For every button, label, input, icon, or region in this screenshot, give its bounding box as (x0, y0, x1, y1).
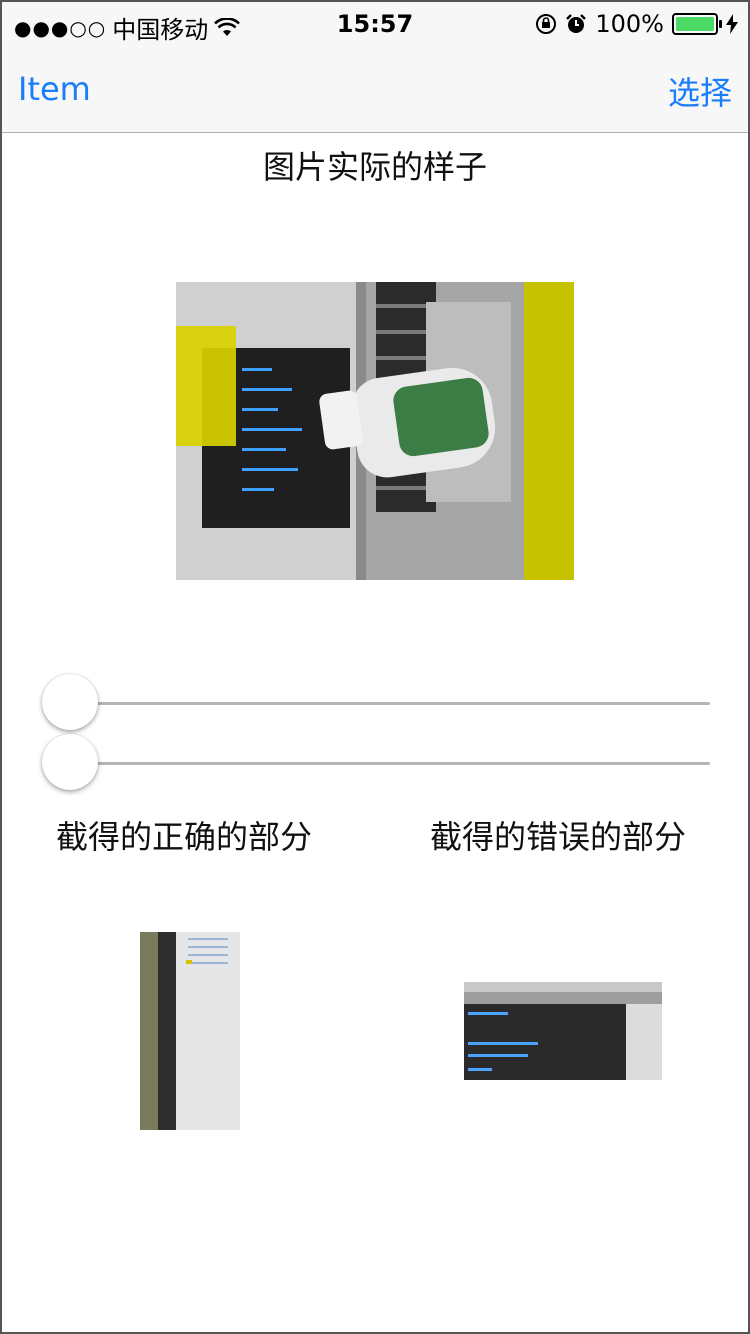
status-bar: ●●●○○ 中国移动 15:57 100% (2, 2, 748, 44)
slider-thumb[interactable] (42, 674, 98, 730)
alarm-icon (566, 14, 587, 33)
correct-crop-caption: 截得的正确的部分 (56, 818, 313, 856)
item-button[interactable]: Item (18, 70, 91, 108)
select-button[interactable]: 选择 (668, 68, 732, 114)
battery-icon (672, 13, 722, 35)
charging-bolt-icon (726, 14, 738, 34)
crop-slider-2[interactable] (42, 734, 710, 792)
wrong-crop-image (464, 982, 662, 1080)
rotation-lock-icon (536, 14, 557, 34)
correct-crop-image (140, 932, 240, 1130)
original-photo (176, 282, 574, 580)
slider-thumb[interactable] (42, 734, 98, 790)
slider-track (70, 762, 710, 765)
battery-fill (676, 17, 714, 31)
slider-track (70, 702, 710, 705)
battery-percent: 100% (595, 10, 664, 38)
navigation-bar: Item 选择 (2, 42, 748, 133)
wrong-crop-caption: 截得的错误的部分 (430, 818, 687, 856)
page-title: 图片实际的样子 (262, 148, 487, 186)
crop-slider-1[interactable] (42, 674, 710, 732)
app-window: ●●●○○ 中国移动 15:57 100% Item 选择 图片实际的样子 截得… (0, 0, 750, 1334)
